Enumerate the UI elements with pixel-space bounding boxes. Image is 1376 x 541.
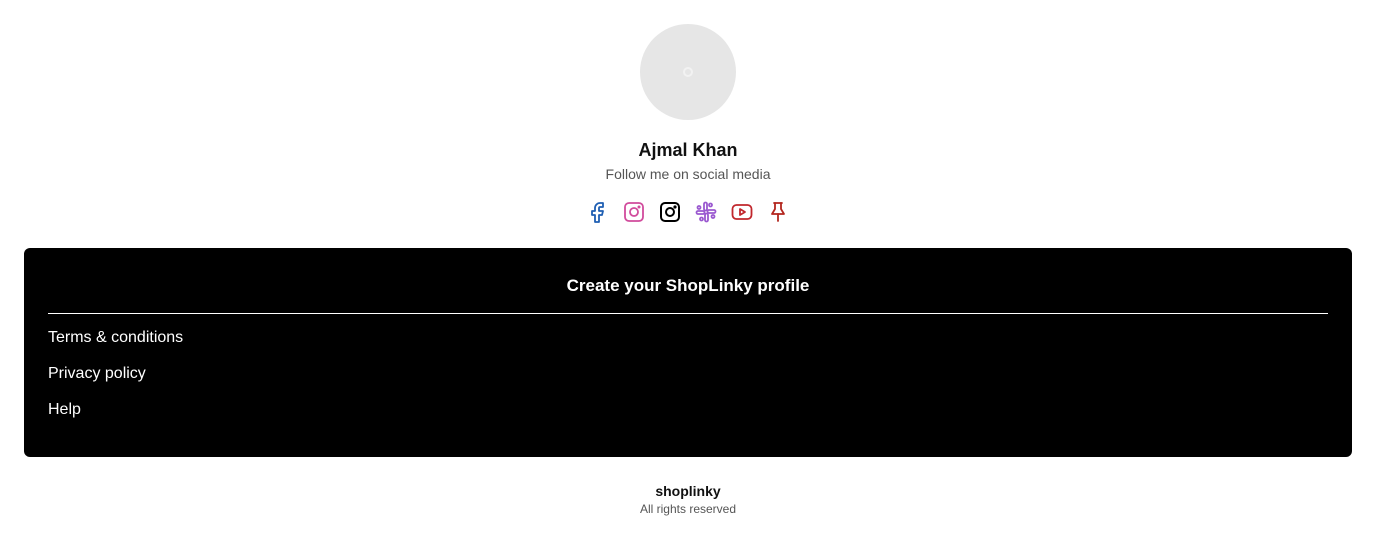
facebook-link[interactable] [586,200,610,224]
brand-name: shoplinky [655,483,721,499]
card-divider [48,313,1328,314]
profile-name: Ajmal Khan [638,140,738,160]
create-profile-link[interactable]: Create your ShopLinky profile [48,275,1328,297]
avatar [640,24,736,120]
instagram-icon [624,202,644,222]
pin-link[interactable] [766,200,790,224]
profile-subtitle: Follow me on social media [605,166,771,182]
terms-link[interactable]: Terms & conditions [48,328,183,348]
youtube-icon [731,204,753,220]
instagram-alt-link[interactable] [658,200,682,224]
avatar-placeholder-icon [683,67,693,77]
instagram-link[interactable] [622,200,646,224]
profile-section: Ajmal Khan Follow me on social media [0,0,1376,224]
slack-link[interactable] [694,200,718,224]
page-footer: shoplinky All rights reserved [0,483,1376,517]
create-profile-card: Create your ShopLinky profile Terms & co… [24,248,1352,457]
facebook-icon [591,202,604,223]
privacy-link[interactable]: Privacy policy [48,364,146,384]
rights-text: All rights reserved [639,502,737,516]
social-links [586,200,790,224]
footer-links: Terms & conditions Privacy policy Help [48,328,1328,420]
slack-icon [695,201,717,223]
instagram-outline-icon [660,202,680,222]
page: Ajmal Khan Follow me on social media Cre… [0,0,1376,541]
pin-icon [771,202,785,222]
youtube-link[interactable] [730,200,754,224]
help-link[interactable]: Help [48,400,81,420]
